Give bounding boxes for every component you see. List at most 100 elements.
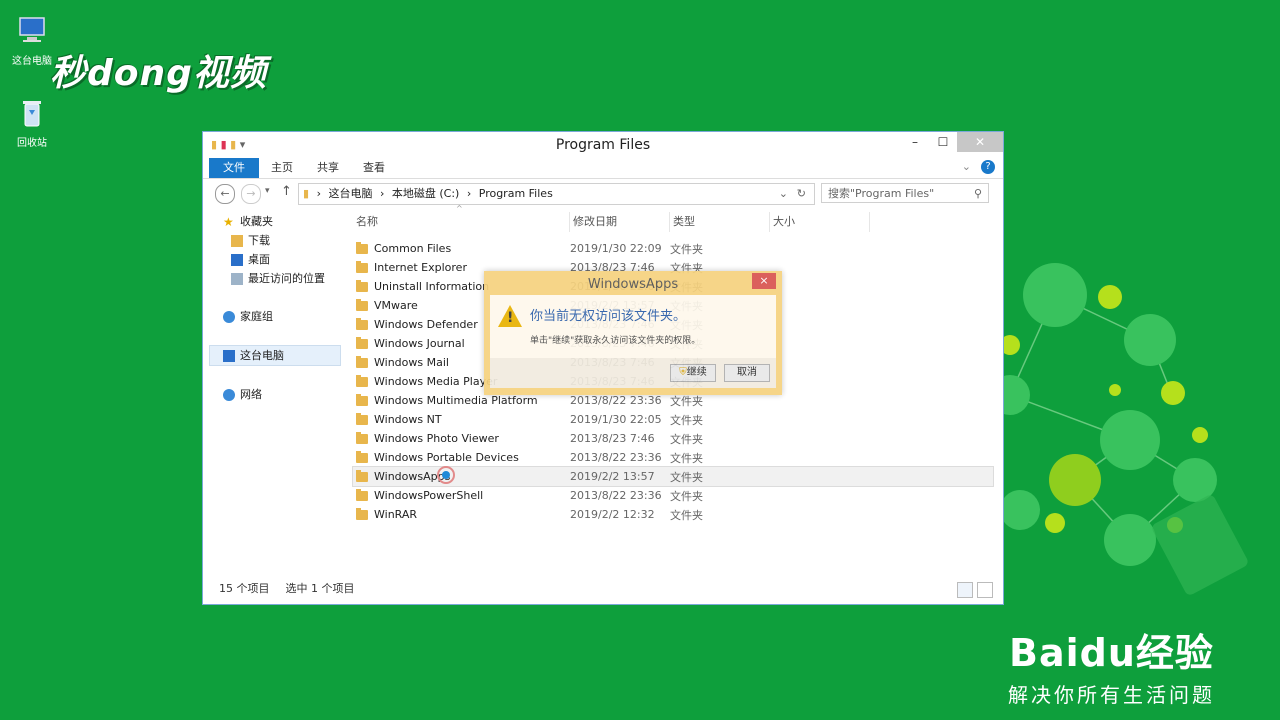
baidu-watermark: Baidu经验 解决你所有生活问题 — [1008, 622, 1215, 708]
desktop-icon — [231, 253, 243, 266]
star-icon: ★ — [223, 214, 234, 229]
table-row[interactable]: Windows Portable Devices 2013/8/22 23:36 文… — [353, 448, 993, 467]
nav-homegroup[interactable]: 家庭组 — [223, 307, 341, 326]
table-row[interactable]: WinRAR 2019/2/2 12:32 文件夹 — [353, 505, 993, 524]
file-type: 文件夹 — [670, 470, 703, 484]
nav-label: 收藏夹 — [240, 215, 273, 228]
nav-recent[interactable]: 最近访问的位置 — [231, 269, 341, 288]
file-date: 2013/8/22 23:36 — [570, 489, 662, 502]
file-name: WindowsPowerShell — [374, 489, 484, 502]
help-icon[interactable]: ? — [981, 160, 995, 174]
breadcrumb-drive[interactable]: 本地磁盘 (C:) — [392, 187, 459, 200]
back-button[interactable]: ← — [215, 184, 235, 204]
address-row: ← → ▾ ↑ ▮ › 这台电脑 › 本地磁盘 (C:) › Program F… — [203, 179, 1003, 209]
folder-icon — [356, 374, 368, 387]
folder-icon — [356, 431, 368, 444]
address-dropdown-icon[interactable]: ⌄ — [779, 184, 788, 204]
table-row[interactable]: Windows NT 2019/1/30 22:05 文件夹 — [353, 410, 993, 429]
forward-button[interactable]: → — [241, 184, 261, 204]
recent-locations-icon[interactable]: ▾ — [265, 186, 270, 196]
file-type: 文件夹 — [670, 413, 703, 427]
breadcrumb-sep: › — [316, 187, 321, 200]
nav-downloads[interactable]: 下载 — [231, 231, 341, 250]
file-date: 2019/1/30 22:09 — [570, 242, 662, 255]
expand-ribbon-icon[interactable]: ⌄ — [962, 160, 971, 174]
file-name: VMware — [374, 299, 418, 312]
file-name: Windows Journal — [374, 337, 465, 350]
file-name: Windows NT — [374, 413, 442, 426]
breadcrumb-this-pc[interactable]: 这台电脑 — [328, 187, 372, 200]
folder-icon — [356, 260, 368, 273]
address-bar[interactable]: ▮ › 这台电脑 › 本地磁盘 (C:) › Program Files ⌄ ↻ — [298, 183, 815, 205]
nav-desktop[interactable]: 桌面 — [231, 250, 341, 269]
title-bar[interactable]: ▮ ▮ ▮ ▾ Program Files – ☐ ✕ — [203, 132, 1003, 158]
file-date: 2013/8/22 23:36 — [570, 394, 662, 407]
table-row[interactable]: Windows Photo Viewer 2013/8/23 7:46 文件夹 — [353, 429, 993, 448]
folder-icon — [356, 317, 368, 330]
maximize-button[interactable]: ☐ — [929, 132, 957, 152]
folder-icon — [356, 412, 368, 425]
nav-network[interactable]: 网络 — [223, 385, 341, 404]
ribbon: 文件 主页 共享 查看 ⌄ ? — [203, 158, 1003, 179]
column-header-row: 名称 修改日期 类型 大小 ^ — [353, 204, 993, 232]
nav-this-pc[interactable]: 这台电脑 — [209, 345, 341, 366]
navigation-pane: ★ 收藏夹 下载 桌面 最近访问的位置 家庭组 这台电脑 网络 — [209, 212, 341, 572]
decorative-graphic — [990, 263, 1248, 595]
folder-icon — [356, 450, 368, 463]
permission-dialog: WindowsApps × 你当前无权访问该文件夹。 单击"继续"获取永久访问该… — [484, 271, 782, 395]
close-button[interactable]: ✕ — [957, 132, 1003, 152]
recycle-bin-icon — [15, 96, 49, 130]
breadcrumb-sep: › — [466, 187, 472, 200]
tab-file[interactable]: 文件 — [209, 158, 259, 178]
breadcrumb-sep: › — [379, 187, 385, 200]
file-name: Windows Photo Viewer — [374, 432, 499, 445]
file-date: 2019/2/2 12:32 — [570, 508, 655, 521]
window-title: Program Files — [555, 137, 651, 153]
search-icon[interactable]: ⚲ — [974, 184, 982, 204]
tab-share[interactable]: 共享 — [305, 158, 351, 178]
column-date[interactable]: 修改日期 — [570, 212, 670, 232]
folder-icon — [356, 488, 368, 501]
file-type: 文件夹 — [670, 451, 703, 465]
sort-indicator-icon: ^ — [456, 204, 463, 213]
cancel-button[interactable]: 取消 — [724, 364, 770, 382]
continue-button[interactable]: ⛨继续 — [670, 364, 716, 382]
search-input[interactable]: 搜索"Program Files" ⚲ — [821, 183, 989, 203]
column-size[interactable]: 大小 — [770, 212, 870, 232]
shield-icon: ⛨ — [679, 367, 687, 378]
network-icon — [223, 388, 235, 401]
column-type[interactable]: 类型 — [670, 212, 770, 232]
table-row[interactable]: Common Files 2019/1/30 22:09 文件夹 — [353, 239, 993, 258]
continue-label: 继续 — [686, 367, 707, 378]
dialog-title: WindowsApps — [587, 277, 679, 292]
nav-label: 网络 — [240, 388, 262, 401]
nav-favorites[interactable]: ★ 收藏夹 — [223, 212, 341, 231]
folder-icon — [356, 298, 368, 311]
details-view-button[interactable] — [957, 582, 973, 598]
nav-label: 最近访问的位置 — [248, 272, 325, 285]
desktop-icon-recycle-bin[interactable]: 回收站 — [0, 96, 64, 149]
search-placeholder: 搜索"Program Files" — [828, 187, 935, 200]
dialog-close-button[interactable]: × — [752, 273, 776, 289]
up-button[interactable]: ↑ — [281, 184, 292, 199]
breadcrumb-program-files[interactable]: Program Files — [479, 187, 553, 200]
item-count: 15 个项目 — [219, 582, 270, 595]
file-type: 文件夹 — [670, 242, 703, 256]
table-row[interactable]: WindowsPowerShell 2013/8/22 23:36 文件夹 — [353, 486, 993, 505]
large-icons-view-button[interactable] — [977, 582, 993, 598]
folder-icon — [356, 393, 368, 406]
tab-home[interactable]: 主页 — [259, 158, 305, 178]
nav-label: 桌面 — [248, 253, 270, 266]
refresh-icon[interactable]: ↻ — [797, 184, 806, 204]
nav-label: 下载 — [248, 234, 270, 247]
baidu-logo: Baidu经验 — [1009, 631, 1214, 675]
folder-icon — [356, 241, 368, 254]
tab-view[interactable]: 查看 — [351, 158, 397, 178]
minimize-button[interactable]: – — [901, 132, 929, 152]
column-name[interactable]: 名称 — [353, 212, 570, 232]
nav-label: 家庭组 — [240, 310, 273, 323]
file-name: Uninstall Information — [374, 280, 490, 293]
cursor-indicator — [437, 466, 455, 484]
download-folder-icon — [231, 234, 243, 247]
dialog-detail: 单击"继续"获取永久访问该文件夹的权限。 — [530, 336, 701, 346]
